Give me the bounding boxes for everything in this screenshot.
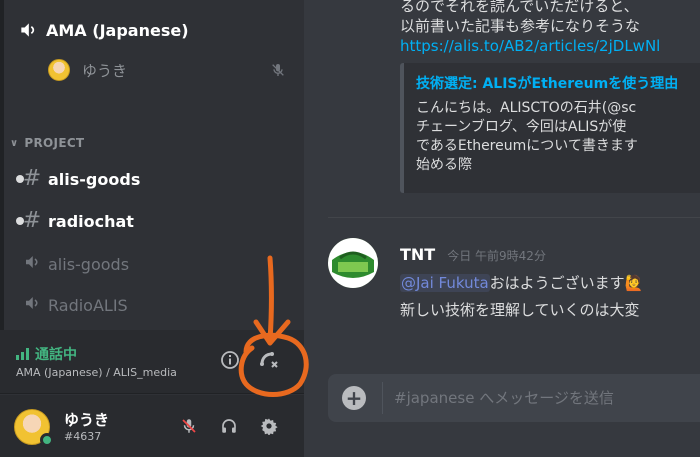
voice-user-name: ゆうき (82, 61, 128, 80)
composer-divider (382, 382, 383, 414)
speaker-icon (18, 20, 42, 40)
voice-channel-name: AMA (Japanese) (46, 20, 189, 40)
embed-description: こんにちは。ALISCTOの石井(@sc チェーンブログ、今回はALISが使 で… (416, 99, 700, 175)
voice-status-text: 通話中 (35, 347, 77, 363)
chevron-down-icon: ∨ (10, 137, 19, 149)
message-link[interactable]: https://alis.to/AB2/articles/2jDLwNl (400, 36, 660, 56)
voice-status: 通話中 (16, 344, 77, 364)
message-timestamp: 今日 午前9時42分 (447, 249, 546, 263)
voice-channel-alis-goods[interactable]: alis-goods (20, 247, 296, 281)
speaker-icon (20, 294, 44, 317)
avatar (48, 59, 70, 81)
channel-name: alis-goods (48, 254, 130, 274)
username: ゆうき (64, 411, 110, 429)
user-panel: ゆうき #4637 (0, 395, 304, 457)
muted-mic-icon (268, 62, 288, 78)
online-status-indicator (40, 433, 54, 447)
category-label: PROJECT (24, 136, 85, 150)
author-avatar[interactable] (328, 238, 378, 288)
embed-title[interactable]: 技術選定: ALISがEthereumを使う理由 (416, 73, 700, 93)
category-project[interactable]: ∨ PROJECT (10, 136, 84, 150)
voice-connected-panel: 通話中 AMA (Japanese) / ALIS_media (0, 330, 304, 394)
disconnect-button[interactable] (257, 348, 281, 372)
unread-indicator (16, 175, 24, 183)
user-settings-button[interactable] (258, 415, 280, 437)
voice-channel-ama-japanese[interactable]: AMA (Japanese) (18, 12, 298, 48)
unread-indicator (16, 217, 24, 225)
channel-name: RadioALIS (48, 295, 128, 315)
message-divider (328, 217, 700, 218)
chat-area: るのでそれを読んでいただけると、 以前書いた記事も参考になりそうな https:… (304, 0, 700, 457)
embed-line: チェーンブログ、今回はALISが使 (416, 119, 627, 135)
mute-button[interactable] (178, 415, 200, 437)
voice-location[interactable]: AMA (Japanese) / ALIS_media (16, 366, 177, 379)
message-text: @Jai Fukutaおはようございます🙋 (400, 273, 643, 293)
tnt-logo-icon (328, 238, 378, 288)
user-mention[interactable]: @Jai Fukuta (400, 274, 490, 292)
message-text: 新しい技術を理解していくのは大変 (400, 301, 640, 319)
channel-name: radiochat (48, 211, 134, 231)
voice-user[interactable]: ゆうき (48, 55, 288, 85)
embed-line: こんにちは。ALISCTOの石井(@sc (416, 100, 637, 116)
channel-radiochat[interactable]: # radiochat (16, 204, 296, 238)
disconnect-call-icon (260, 352, 278, 368)
message-text: 以前書いた記事も参考になりそうな (400, 17, 641, 35)
deafen-button[interactable] (218, 415, 240, 437)
muted-mic-icon (182, 419, 196, 433)
user-tag: #4637 (64, 430, 102, 443)
message-text-part: おはようございます (489, 274, 625, 292)
channel-name: alis-goods (48, 169, 141, 189)
headphones-icon (222, 419, 236, 433)
channel-alis-goods[interactable]: # alis-goods (16, 162, 296, 196)
message-input[interactable] (394, 374, 700, 422)
info-icon[interactable] (220, 350, 240, 370)
message-header: TNT 今日 午前9時42分 (400, 245, 546, 264)
gear-icon (260, 418, 278, 435)
add-attachment-button[interactable]: + (342, 386, 366, 410)
sidebar-scrollbar[interactable] (0, 0, 4, 330)
raising-hand-emoji: 🙋 (624, 274, 644, 292)
signal-icon (16, 348, 29, 360)
speaker-icon (20, 253, 44, 276)
message-composer: + (328, 374, 700, 422)
message-author[interactable]: TNT (400, 245, 435, 264)
embed-line: であるEthereumについて書きます (416, 138, 638, 154)
link-embed: 技術選定: ALISがEthereumを使う理由 こんにちは。ALISCTOの石… (400, 63, 700, 193)
embed-line: 始める際 (416, 157, 472, 173)
message-text: るのでそれを読んでいただけると、 (400, 0, 639, 15)
voice-channel-radioalis[interactable]: RadioALIS (20, 288, 296, 322)
channel-sidebar: AMA (Japanese) ゆうき ∨ PROJECT # alis-good… (0, 0, 304, 457)
